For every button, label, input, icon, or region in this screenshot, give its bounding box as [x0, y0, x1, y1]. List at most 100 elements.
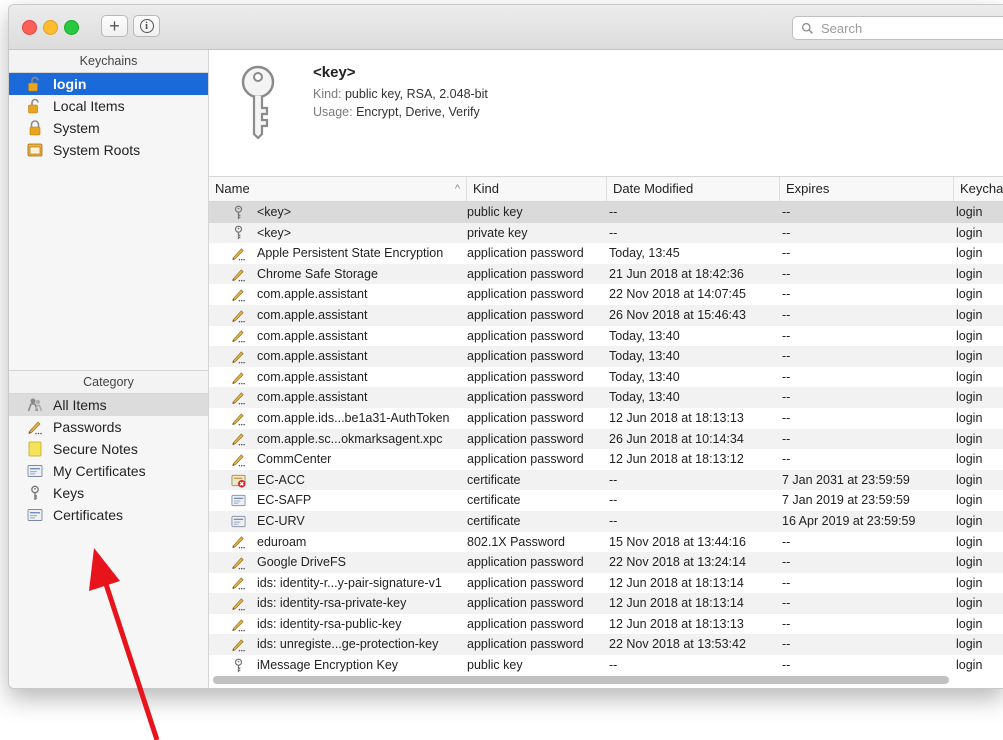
lock-closed-icon	[27, 120, 43, 136]
row-keychain: login	[956, 390, 983, 405]
table-row[interactable]: com.apple.assistant application password 2…	[209, 284, 1003, 305]
sidebar-item-all-items[interactable]: All Items	[9, 394, 208, 416]
table-row[interactable]: com.apple.assistant application password T…	[209, 367, 1003, 388]
table-row[interactable]: ids: unregiste...ge-protection-key applic…	[209, 634, 1003, 656]
row-expires: --	[782, 575, 791, 590]
column-header-date-modified[interactable]: Date Modified	[606, 177, 779, 201]
row-expires: --	[782, 287, 791, 302]
add-item-button[interactable]: +	[101, 15, 128, 37]
sidebar-item-label: Local Items	[53, 98, 125, 114]
row-date-modified: --	[609, 493, 618, 508]
pencil-icon	[27, 419, 43, 435]
table-row[interactable]: Chrome Safe Storage application password 2…	[209, 263, 1003, 285]
row-kind: application password	[467, 452, 584, 467]
password-icon	[229, 367, 247, 388]
sidebar-item-keys[interactable]: Keys	[9, 482, 208, 504]
row-kind: application password	[467, 431, 584, 446]
row-expires: --	[782, 555, 791, 570]
row-kind: application password	[467, 246, 584, 261]
sidebar-item-local-items[interactable]: Local Items	[9, 95, 208, 117]
row-date-modified: --	[609, 472, 618, 487]
keychain-access-window: + i Keychains login Local Items System	[8, 4, 1003, 689]
close-window-button[interactable]	[22, 20, 37, 35]
info-button[interactable]: i	[133, 15, 160, 37]
keychains-list: login Local Items System System Roots	[9, 73, 208, 161]
table-row[interactable]: com.apple.assistant application password T…	[209, 387, 1003, 408]
table-row[interactable]: com.apple.assistant application password 2…	[209, 304, 1003, 326]
sort-ascending-icon: ^	[454, 183, 460, 195]
row-kind: certificate	[467, 493, 521, 508]
column-header-expires[interactable]: Expires	[779, 177, 953, 201]
row-expires: --	[782, 328, 791, 343]
row-keychain: login	[956, 349, 983, 364]
table-header: Name ^ Kind Date Modified Expires Keycha	[209, 176, 1003, 202]
column-header-name[interactable]: Name ^	[209, 177, 466, 201]
table-row[interactable]: com.apple.assistant application password T…	[209, 326, 1003, 347]
row-kind: application password	[467, 369, 584, 384]
row-kind: application password	[467, 349, 584, 364]
row-keychain: login	[956, 472, 983, 487]
table-body: <key> public key -- -- login <key> private key…	[209, 202, 1003, 676]
key-icon	[229, 655, 247, 676]
table-row[interactable]: EC-SAFP certificate -- 7 Jan 2019 at 23:59:…	[209, 490, 1003, 511]
row-kind: private key	[467, 225, 528, 240]
row-date-modified: Today, 13:40	[609, 390, 680, 405]
table-row[interactable]: EC-ACC certificate -- 7 Jan 2031 at 23:59:5…	[209, 469, 1003, 491]
row-expires: --	[782, 390, 791, 405]
table-row[interactable]: CommCenter application password 12 Jun 201…	[209, 449, 1003, 470]
table-row[interactable]: com.apple.sc...okmarksagent.xpc applicati…	[209, 428, 1003, 450]
column-header-kind[interactable]: Kind	[466, 177, 606, 201]
table-row[interactable]: eduroam 802.1X Password 15 Nov 2018 at 13:…	[209, 532, 1003, 553]
item-kind-label: Kind:	[313, 87, 342, 101]
horizontal-scrollbar[interactable]	[213, 676, 949, 684]
table-row[interactable]: ids: identity-r...y-pair-signature-v1 app…	[209, 573, 1003, 594]
row-expires: --	[782, 431, 791, 446]
table-row[interactable]: iMessage Encryption Key public key -- -- log…	[209, 655, 1003, 676]
row-keychain: login	[956, 658, 983, 673]
sidebar-item-certificates[interactable]: Certificates	[9, 504, 208, 526]
row-keychain: login	[956, 575, 983, 590]
row-date-modified: Today, 13:40	[609, 328, 680, 343]
row-keychain: login	[956, 246, 983, 261]
lock-open-icon	[27, 98, 43, 114]
column-header-label: Expires	[786, 181, 830, 196]
key-icon	[229, 223, 247, 244]
row-keychain: login	[956, 596, 983, 611]
sidebar-item-passwords[interactable]: Passwords	[9, 416, 208, 438]
sidebar-item-login[interactable]: login	[9, 73, 208, 95]
table-row[interactable]: <key> public key -- -- login	[209, 202, 1003, 223]
row-date-modified: 12 Jun 2018 at 18:13:13	[609, 616, 744, 631]
password-icon	[229, 326, 247, 347]
row-keychain: login	[956, 637, 983, 652]
table-row[interactable]: ids: identity-rsa-private-key application…	[209, 593, 1003, 614]
key-icon	[27, 485, 43, 501]
certificate-icon	[229, 511, 247, 532]
table-row[interactable]: com.apple.ids...be1a31-AuthToken applicat…	[209, 408, 1003, 429]
row-kind: application password	[467, 410, 584, 425]
table-row[interactable]: EC-URV certificate -- 16 Apr 2019 at 23:59:…	[209, 510, 1003, 532]
note-icon	[27, 441, 43, 457]
sidebar-item-system[interactable]: System	[9, 117, 208, 139]
sidebar-item-secure-notes[interactable]: Secure Notes	[9, 438, 208, 460]
certificate-icon	[27, 507, 43, 523]
row-date-modified: 12 Jun 2018 at 18:13:14	[609, 575, 744, 590]
row-expires: --	[782, 266, 791, 281]
table-row[interactable]: ids: identity-rsa-public-key application …	[209, 614, 1003, 635]
search-field[interactable]	[792, 16, 1003, 40]
certificate-invalid-icon	[229, 470, 247, 491]
sidebar-item-system-roots[interactable]: System Roots	[9, 139, 208, 161]
sidebar-item-my-certificates[interactable]: My Certificates	[9, 460, 208, 482]
table-row[interactable]: Apple Persistent State Encryption applica…	[209, 243, 1003, 264]
search-input[interactable]	[819, 19, 1003, 37]
table-row[interactable]: com.apple.assistant application password T…	[209, 346, 1003, 367]
table-row[interactable]: <key> private key -- -- login	[209, 222, 1003, 244]
minimize-window-button[interactable]	[43, 20, 58, 35]
category-section: Category All Items Passwords Secure Note…	[9, 370, 208, 526]
row-kind: application password	[467, 266, 584, 281]
row-kind: application password	[467, 596, 584, 611]
row-date-modified: 26 Nov 2018 at 15:46:43	[609, 307, 746, 322]
sidebar-item-label: Certificates	[53, 507, 124, 523]
column-header-keychain[interactable]: Keycha	[953, 177, 1003, 201]
table-row[interactable]: Google DriveFS application password 22 Nov…	[209, 552, 1003, 573]
zoom-window-button[interactable]	[64, 20, 79, 35]
